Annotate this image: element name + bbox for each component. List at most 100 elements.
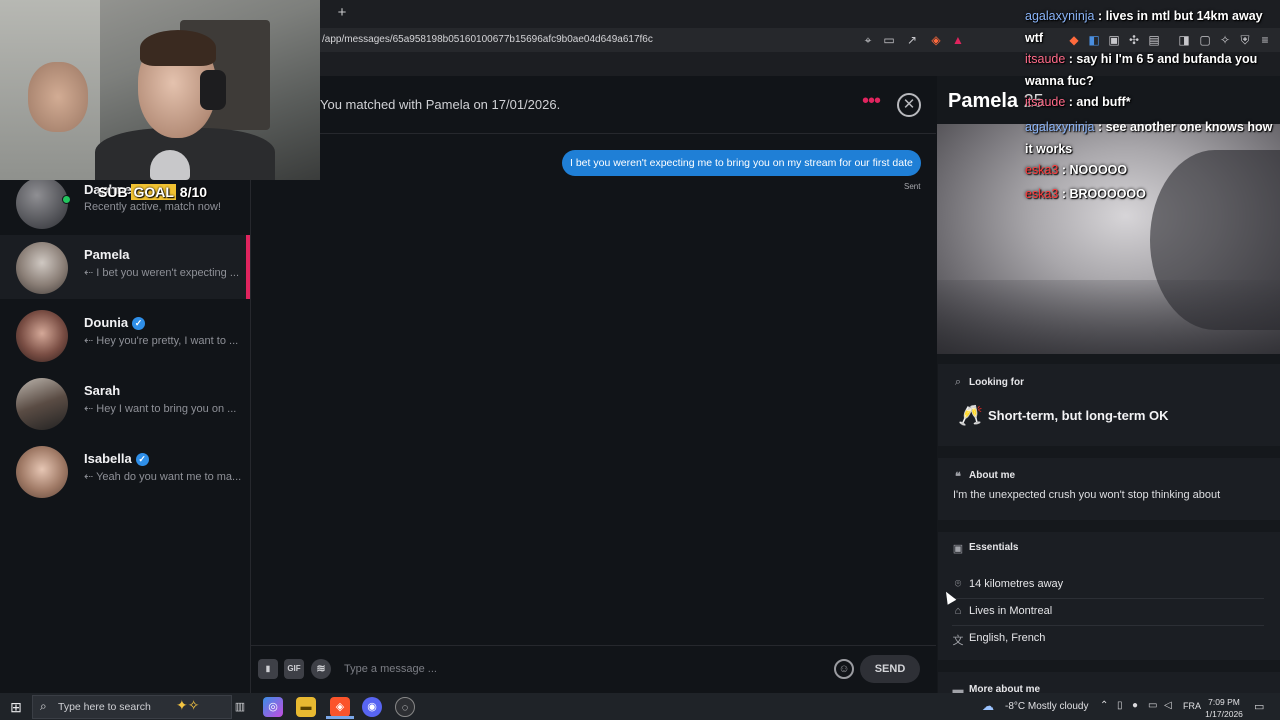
match-preview: ⇠ Hey I want to bring you on ... — [84, 403, 237, 415]
obs-icon[interactable]: ◌ — [395, 697, 415, 717]
location-pin-icon: ⌾ — [954, 578, 962, 590]
cast-icon[interactable]: ▭ — [881, 32, 897, 48]
stream-chat-line: itsaude : say hi I'm 6 5 and bufanda you… — [1025, 52, 1258, 88]
send-button[interactable]: SEND — [860, 655, 920, 683]
match-name: Sarah — [84, 383, 121, 398]
essential-text: Lives in Montreal — [969, 605, 1053, 617]
match-info-text: You matched with Pamela on 17/01/2026. — [320, 97, 561, 112]
chat-message: and buff* — [1076, 95, 1131, 109]
looking-for-title: Looking for — [969, 377, 1024, 388]
clinking-glasses-icon: 🥂 — [958, 405, 983, 427]
weather-cloudy-icon[interactable]: ☁ — [982, 699, 994, 713]
verified-badge-icon: ✓ — [132, 317, 146, 330]
brave-browser-icon[interactable]: ◈ — [330, 697, 350, 717]
match-item-dounia[interactable]: Dounia ✓ ⇠ Hey you're pretty, I want to .… — [0, 303, 250, 367]
sub-goal-highlight: GOAL — [131, 184, 176, 200]
match-item-sarah[interactable]: Sarah ⇠ Hey I want to bring you on ... — [0, 371, 250, 435]
avatar — [16, 177, 68, 229]
file-explorer-icon[interactable]: ▬ — [296, 697, 316, 717]
match-name-text: Dounia — [84, 315, 129, 330]
matches-sidebar: Daphne Recently active, match now! Pamel… — [0, 177, 250, 693]
quote-icon: ❝ — [955, 471, 961, 483]
match-preview: Recently active, match now! — [84, 201, 221, 213]
search-highlight-icon: ✦✧ — [176, 697, 200, 713]
verified-badge-icon: ✓ — [135, 453, 149, 466]
webcam-overlay — [0, 0, 320, 180]
stream-chat-line: agalaxyninja : see another one knows how… — [1025, 120, 1273, 156]
match-preview: ⇠ I bet you weren't expecting ... — [84, 267, 240, 279]
message-status: Sent — [904, 182, 921, 191]
chat-username: itsaude — [1025, 52, 1066, 66]
chat-username: eska3 — [1025, 187, 1059, 201]
match-preview-text: Hey I want to bring you on ... — [96, 403, 237, 415]
spotify-icon[interactable]: ≋ — [311, 659, 331, 679]
weather-text[interactable]: -8°C Mostly cloudy — [1005, 701, 1088, 712]
avatar — [16, 242, 68, 294]
location-icon[interactable]: ⌖ — [860, 32, 876, 48]
sub-goal-overlay: SUB GOAL 8/10 — [98, 184, 207, 200]
stream-chat-line: eska3 : NOOOOO — [1025, 163, 1128, 177]
essential-residence: ⌂ Lives in Montreal — [952, 599, 1264, 626]
tray-app-icon[interactable]: ▯ — [1117, 700, 1123, 711]
active-app-indicator — [326, 716, 354, 719]
home-icon: ⌂ — [954, 605, 962, 617]
gif-button[interactable]: GIF — [284, 659, 304, 679]
online-status-dot — [62, 195, 71, 204]
brave-shield-icon[interactable]: ◈ — [928, 32, 944, 48]
sub-goal-prefix: SUB — [98, 184, 128, 200]
new-tab-button[interactable]: + — [334, 5, 350, 21]
avatar — [16, 310, 68, 362]
avatar — [16, 446, 68, 498]
task-view-icon[interactable]: ▥ — [230, 697, 250, 717]
message-input[interactable] — [344, 658, 824, 680]
contact-card-icon[interactable]: ▮ — [258, 659, 278, 679]
chat-username: eska3 — [1025, 163, 1059, 177]
microphone-tray-icon[interactable]: ● — [1132, 700, 1138, 711]
show-hidden-icons-icon[interactable]: ⌃ — [1100, 700, 1108, 711]
essential-text: English, French — [969, 632, 1046, 644]
chat-username: itsaude — [1025, 95, 1066, 109]
url-text[interactable]: /app/messages/65a958198b05160100677b1569… — [322, 34, 653, 45]
essentials-title: Essentials — [969, 542, 1019, 553]
active-indicator — [246, 235, 250, 299]
match-item-pamela[interactable]: Pamela ⇠ I bet you weren't expecting ... — [0, 235, 250, 299]
stream-chat-line: agalaxyninja : lives in mtl but 14km awa… — [1025, 9, 1263, 45]
profile-photo-floor — [937, 280, 1280, 354]
taskbar-search-placeholder[interactable]: Type here to search — [58, 701, 151, 713]
essential-text: 14 kilometres away — [969, 578, 1064, 590]
stream-chat-line: itsaude : and buff* — [1025, 95, 1131, 109]
match-preview: ⇠ Yeah do you want me to ma... — [84, 471, 242, 483]
match-name: Isabella ✓ — [84, 451, 149, 466]
about-me-title: About me — [969, 470, 1016, 481]
stream-chat-line: eska3 : BROOOOOO — [1025, 187, 1146, 201]
sub-goal-value: 8/10 — [179, 184, 208, 200]
share-icon[interactable]: ↗ — [904, 32, 920, 48]
profile-name-text: Pamela — [948, 90, 1019, 112]
match-item-isabella[interactable]: Isabella ✓ ⇠ Yeah do you want me to ma... — [0, 439, 250, 503]
taskbar-clock[interactable]: 7:09 PM 1/17/2026 — [1204, 696, 1244, 720]
volume-icon[interactable]: ◁ — [1164, 700, 1172, 711]
sent-message-bubble: I bet you weren't expecting me to bring … — [562, 150, 921, 176]
match-name: Pamela — [84, 247, 130, 262]
match-name: Dounia ✓ — [84, 315, 146, 330]
looking-for-value: Short-term, but long-term OK — [988, 408, 1169, 423]
copilot-icon[interactable]: ◎ — [263, 697, 283, 717]
match-preview-text: Yeah do you want me to ma... — [96, 471, 242, 483]
notifications-icon[interactable]: ▭ — [1254, 700, 1264, 713]
chat-username: agalaxyninja — [1025, 120, 1095, 134]
brave-rewards-icon[interactable]: ▲ — [950, 32, 966, 48]
emoji-icon[interactable]: ☺ — [834, 659, 854, 679]
close-icon[interactable]: ✕ — [897, 93, 921, 117]
discord-icon[interactable]: ◉ — [362, 697, 382, 717]
match-preview-text: Hey you're pretty, I want to ... — [96, 335, 239, 347]
match-preview: ⇠ Hey you're pretty, I want to ... — [84, 335, 239, 347]
network-icon[interactable]: ▭ — [1148, 700, 1157, 711]
match-preview-text: I bet you weren't expecting ... — [96, 267, 240, 279]
more-dots-icon[interactable]: ••• — [862, 91, 884, 114]
windows-start-icon[interactable]: ⊞ — [8, 699, 24, 715]
input-language[interactable]: FRA — [1183, 701, 1201, 711]
about-me-text: I'm the unexpected crush you won't stop … — [953, 489, 1221, 501]
avatar — [16, 378, 68, 430]
search-icon: ⌕ — [40, 699, 47, 713]
essentials-icon: ▣ — [952, 543, 964, 555]
